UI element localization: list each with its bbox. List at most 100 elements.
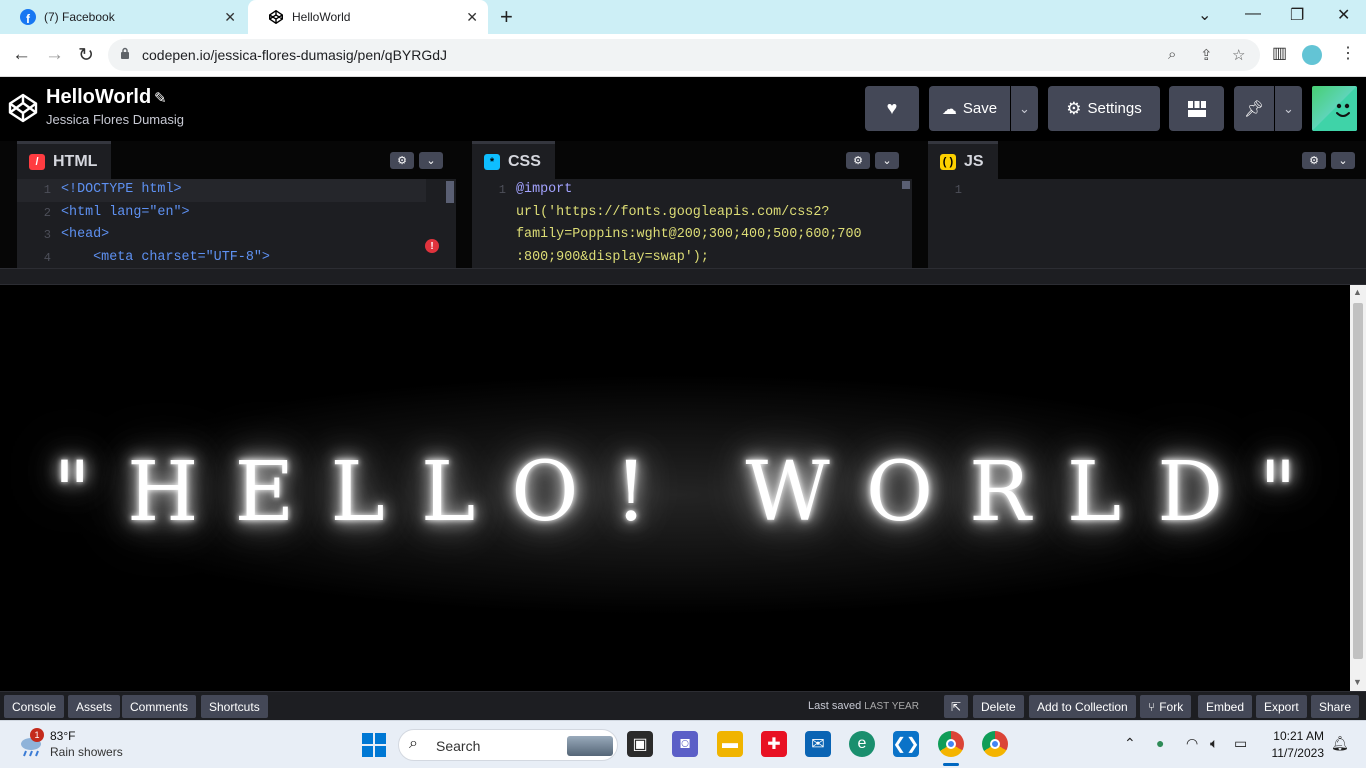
hello-world-text: "HELLO! WORLD" (53, 445, 1333, 540)
windows-taskbar: 1 83°F Rain showers ⌕ Search ▣ ◙ ▬ ✚ ✉ e… (0, 720, 1366, 768)
lock-icon (121, 47, 129, 59)
editor-settings-gear-icon[interactable]: ⚙ (390, 152, 414, 169)
profile-avatar-icon[interactable] (1302, 45, 1322, 65)
weather-temperature[interactable]: 83°F (50, 729, 75, 743)
fork-button[interactable]: ⑂ Fork (1140, 695, 1192, 718)
assets-button[interactable]: Assets (68, 695, 121, 718)
result-preview[interactable]: "HELLO! WORLD" (0, 285, 1350, 691)
close-tab-icon[interactable]: ✕ (224, 9, 236, 26)
html-editor[interactable]: / HTML ⚙ ⌄ 1 <!DOCTYPE html> 2 <html lang=… (17, 141, 456, 268)
editor-collapse-chevron-icon[interactable]: ⌄ (1331, 152, 1355, 169)
css-editor[interactable]: * CSS ⚙ ⌄ 1 @import url('https://fonts.go… (472, 141, 912, 268)
search-icon[interactable]: ⌕ (1168, 46, 1176, 63)
code-line: 1 <!DOCTYPE html> (17, 179, 426, 202)
battery-icon[interactable]: ▭ (1234, 735, 1247, 752)
tab-search-chevron-icon[interactable]: ⌄ (1198, 5, 1211, 25)
resize-divider[interactable] (0, 268, 1366, 285)
scrollbar-thumb[interactable] (1353, 303, 1363, 659)
editor-settings-gear-icon[interactable]: ⚙ (1302, 152, 1326, 169)
teams-chat-icon[interactable]: ◙ (672, 731, 698, 757)
wifi-icon[interactable]: ◠ (1186, 735, 1198, 752)
js-editor-tab[interactable]: ( ) JS (928, 141, 998, 179)
close-tab-icon[interactable]: ✕ (466, 9, 478, 26)
last-saved-prefix: Last saved (808, 700, 862, 712)
editor-collapse-chevron-icon[interactable]: ⌄ (419, 152, 443, 169)
side-panel-icon[interactable]: ▥ (1272, 43, 1287, 63)
reload-icon[interactable]: ↻ (78, 44, 94, 67)
file-explorer-icon[interactable]: ▬ (717, 731, 743, 757)
pin-options-button[interactable]: ⌄ (1275, 86, 1302, 131)
save-options-button[interactable]: ⌄ (1011, 86, 1038, 131)
editor-settings-gear-icon[interactable]: ⚙ (846, 152, 870, 169)
edge-browser-icon[interactable]: e (849, 731, 875, 757)
taskbar-date[interactable]: 11/7/2023 (1264, 746, 1325, 760)
shortcuts-button[interactable]: Shortcuts (201, 695, 268, 718)
windows-start-icon[interactable] (362, 733, 386, 757)
js-editor[interactable]: ( ) JS ⚙ ⌄ 1 (928, 141, 1366, 268)
user-avatar[interactable] (1312, 86, 1357, 131)
editor-scrollbar[interactable] (902, 181, 910, 189)
maximize-icon[interactable]: ❐ (1290, 5, 1304, 25)
tab-helloworld[interactable]: HelloWorld ✕ (248, 0, 488, 34)
css-editor-tab[interactable]: * CSS (472, 141, 555, 179)
codepen-logo-icon[interactable] (8, 93, 38, 123)
error-alert-icon[interactable]: ! (425, 239, 439, 253)
open-external-button[interactable]: ⇱ (944, 695, 968, 718)
love-button[interactable]: ♥ (865, 86, 919, 131)
task-view-icon[interactable]: ▣ (627, 731, 653, 757)
notification-bell-icon[interactable]: 🔔︎ (1331, 735, 1349, 752)
weather-condition[interactable]: Rain showers (50, 745, 123, 759)
delete-button[interactable]: Delete (973, 695, 1024, 718)
change-view-button[interactable] (1169, 86, 1224, 131)
add-to-collection-button[interactable]: Add to Collection (1029, 695, 1136, 718)
pen-title[interactable]: HelloWorld (46, 86, 151, 109)
forward-icon[interactable]: → (45, 44, 64, 66)
js-code[interactable]: 1 (928, 179, 1366, 202)
edit-title-pencil-icon[interactable]: ✎ (154, 89, 167, 107)
export-button[interactable]: Export (1256, 695, 1307, 718)
html-editor-tab[interactable]: / HTML (17, 141, 112, 179)
codepen-header: HelloWorld ✎ Jessica Flores Dumasig ♥ ☁ … (0, 77, 1366, 141)
html-code[interactable]: 1 <!DOCTYPE html> 2 <html lang="en"> 3 <hea… (17, 179, 456, 268)
new-tab-icon[interactable]: + (500, 4, 513, 30)
address-bar[interactable]: codepen.io/jessica-flores-dumasig/pen/qB… (108, 39, 1260, 71)
share-button[interactable]: Share (1311, 695, 1360, 718)
scroll-down-arrow-icon[interactable]: ▼ (1353, 677, 1362, 687)
vscode-icon[interactable]: ❮❯ (893, 731, 919, 757)
css-lang-icon: * (484, 153, 500, 170)
back-icon[interactable]: ← (12, 44, 31, 66)
search-highlight-image (567, 736, 613, 756)
taskbar-time[interactable]: 10:21 AM (1268, 729, 1324, 743)
gift-icon[interactable]: ✚ (761, 731, 787, 757)
mail-icon[interactable]: ✉ (805, 731, 831, 757)
share-icon[interactable]: ⇪ (1200, 46, 1213, 64)
minimize-icon[interactable]: — (1245, 5, 1261, 23)
external-link-icon: ⇱ (950, 699, 962, 714)
taskbar-search-box[interactable]: ⌕ Search (398, 729, 618, 761)
bookmark-star-icon[interactable]: ☆ (1232, 46, 1245, 64)
code-line: 3 <head> (43, 227, 110, 242)
close-window-icon[interactable]: ✕ (1337, 5, 1350, 25)
editor-collapse-chevron-icon[interactable]: ⌄ (875, 152, 899, 169)
fork-icon: ⑂ (1148, 699, 1156, 714)
pin-button[interactable]: 📌︎ (1234, 86, 1274, 131)
security-app-icon[interactable]: ● (1156, 735, 1164, 751)
tab-title: (7) Facebook (44, 10, 115, 24)
chrome-profile-icon[interactable] (982, 731, 1008, 757)
save-button[interactable]: ☁ Save (929, 86, 1010, 131)
comments-button[interactable]: Comments (122, 695, 197, 718)
chrome-icon[interactable] (938, 731, 964, 757)
css-code[interactable]: 1 @import url('https://fonts.googleapis.c… (472, 179, 912, 268)
preview-scrollbar[interactable]: ▲ ▼ (1350, 285, 1366, 691)
volume-icon[interactable]: 🔈︎ (1210, 735, 1218, 752)
embed-button[interactable]: Embed (1198, 695, 1253, 718)
pen-author[interactable]: Jessica Flores Dumasig (46, 112, 184, 127)
weather-badge: 1 (30, 728, 44, 742)
scroll-up-arrow-icon[interactable]: ▲ (1353, 287, 1362, 297)
tab-facebook[interactable]: f (7) Facebook ✕ (0, 0, 246, 34)
chrome-menu-icon[interactable]: ⋮ (1340, 43, 1356, 63)
show-hidden-icons-chevron-icon[interactable]: ⌃ (1124, 735, 1136, 752)
console-button[interactable]: Console (4, 695, 65, 718)
editor-scrollbar[interactable] (446, 181, 454, 203)
settings-button[interactable]: ⚙ Settings (1048, 86, 1160, 131)
